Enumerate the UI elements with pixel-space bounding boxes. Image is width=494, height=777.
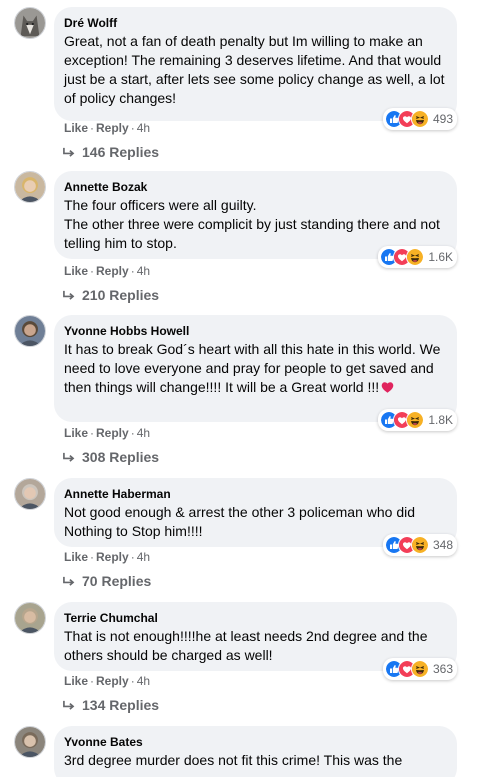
red-heart-emoji-icon	[381, 382, 394, 393]
author-name[interactable]: Yvonne Hobbs Howell	[64, 323, 445, 339]
view-replies-button[interactable]: 146 Replies	[62, 143, 159, 161]
reaction-summary[interactable]: 493	[382, 108, 457, 130]
reply-link[interactable]: Reply	[96, 550, 129, 564]
comment-paragraph: It has to break God´s heart with all thi…	[64, 341, 441, 395]
comment-bubble: Yvonne Bates 3rd degree murder does not f…	[54, 726, 457, 777]
comment-list: Dré Wolff Great, not a fan of death penal…	[0, 0, 494, 777]
haha-reaction-icon	[410, 110, 429, 128]
comment-bubble: Dré Wolff Great, not a fan of death penal…	[54, 7, 457, 130]
comment-text: It has to break God´s heart with all thi…	[64, 340, 445, 397]
replies-count: 308 Replies	[82, 449, 160, 465]
separator-dot: ·	[130, 674, 135, 688]
comment-bubble: Annette Haberman Not good enough & arrest…	[54, 478, 457, 556]
comment-bubble: Terrie Chumchal That is not enough!!!!he …	[54, 602, 457, 680]
haha-reaction-icon	[410, 660, 429, 678]
comment-paragraph: The four officers were all guilty.	[64, 197, 257, 213]
reaction-summary[interactable]: 363	[382, 658, 457, 680]
like-link[interactable]: Like	[64, 674, 88, 688]
author-name[interactable]: Yvonne Bates	[64, 734, 445, 750]
avatar[interactable]	[14, 171, 46, 203]
reply-arrow-icon	[63, 576, 75, 586]
timestamp[interactable]: 4h	[137, 550, 150, 564]
separator-dot: ·	[130, 550, 135, 564]
comment-text: The four officers were all guilty. The ot…	[64, 196, 445, 253]
comment-bubble: Yvonne Hobbs Howell It has to break God´s…	[54, 315, 457, 431]
avatar[interactable]	[14, 726, 46, 758]
comment-paragraph: 3rd degree murder does not fit this crim…	[64, 752, 403, 768]
separator-dot: ·	[130, 426, 135, 440]
reaction-summary[interactable]: 1.8K	[378, 409, 457, 431]
separator-dot: ·	[90, 121, 95, 135]
haha-reaction-icon	[406, 411, 425, 429]
comment-actions: Like · Reply · 4h	[64, 120, 150, 136]
timestamp[interactable]: 4h	[137, 264, 150, 278]
separator-dot: ·	[130, 121, 135, 135]
haha-reaction-icon	[406, 248, 425, 266]
reaction-count: 1.8K	[428, 413, 453, 427]
separator-dot: ·	[90, 674, 95, 688]
reply-link[interactable]: Reply	[96, 264, 129, 278]
timestamp[interactable]: 4h	[137, 426, 150, 440]
replies-count: 70 Replies	[82, 573, 152, 589]
view-replies-button[interactable]: 210 Replies	[62, 286, 159, 304]
author-name[interactable]: Annette Haberman	[64, 486, 445, 502]
reaction-count: 363	[432, 662, 453, 676]
comment-text: 3rd degree murder does not fit this crim…	[64, 751, 445, 770]
replies-count: 210 Replies	[82, 287, 160, 303]
comment-actions: Like · Reply · 4h	[64, 263, 150, 279]
avatar[interactable]	[14, 478, 46, 510]
reaction-count: 1.6K	[428, 250, 453, 264]
avatar[interactable]	[14, 602, 46, 634]
author-name[interactable]: Dré Wolff	[64, 15, 445, 31]
view-replies-button[interactable]: 308 Replies	[62, 448, 159, 466]
separator-dot: ·	[90, 264, 95, 278]
reply-arrow-icon	[63, 452, 75, 462]
reaction-count: 493	[432, 112, 453, 126]
reaction-summary[interactable]: 1.6K	[378, 246, 457, 268]
comment-paragraph: Great, not a fan of death penalty but Im…	[64, 33, 445, 106]
separator-dot: ·	[90, 550, 95, 564]
author-name[interactable]: Annette Bozak	[64, 179, 445, 195]
replies-count: 146 Replies	[82, 144, 160, 160]
view-replies-button[interactable]: 134 Replies	[62, 696, 159, 714]
comment-bubble: Annette Bozak The four officers were all …	[54, 171, 457, 268]
view-replies-button[interactable]: 70 Replies	[62, 572, 151, 590]
like-link[interactable]: Like	[64, 426, 88, 440]
separator-dot: ·	[130, 264, 135, 278]
separator-dot: ·	[90, 426, 95, 440]
comment-actions: Like · Reply · 4h	[64, 549, 150, 565]
reaction-count: 348	[432, 538, 453, 552]
reply-arrow-icon	[63, 147, 75, 157]
reaction-summary[interactable]: 348	[382, 534, 457, 556]
like-link[interactable]: Like	[64, 550, 88, 564]
comment-text: Great, not a fan of death penalty but Im…	[64, 32, 445, 108]
timestamp[interactable]: 4h	[137, 121, 150, 135]
reply-arrow-icon	[63, 290, 75, 300]
haha-reaction-icon	[410, 536, 429, 554]
reply-link[interactable]: Reply	[96, 121, 129, 135]
reply-link[interactable]: Reply	[96, 674, 129, 688]
timestamp[interactable]: 4h	[137, 674, 150, 688]
reply-link[interactable]: Reply	[96, 426, 129, 440]
reply-arrow-icon	[63, 700, 75, 710]
avatar[interactable]	[14, 315, 46, 347]
avatar[interactable]	[14, 7, 46, 39]
like-link[interactable]: Like	[64, 121, 88, 135]
like-link[interactable]: Like	[64, 264, 88, 278]
author-name[interactable]: Terrie Chumchal	[64, 610, 445, 626]
comment-actions: Like · Reply · 4h	[64, 425, 150, 441]
replies-count: 134 Replies	[82, 697, 160, 713]
comment-actions: Like · Reply · 4h	[64, 673, 150, 689]
